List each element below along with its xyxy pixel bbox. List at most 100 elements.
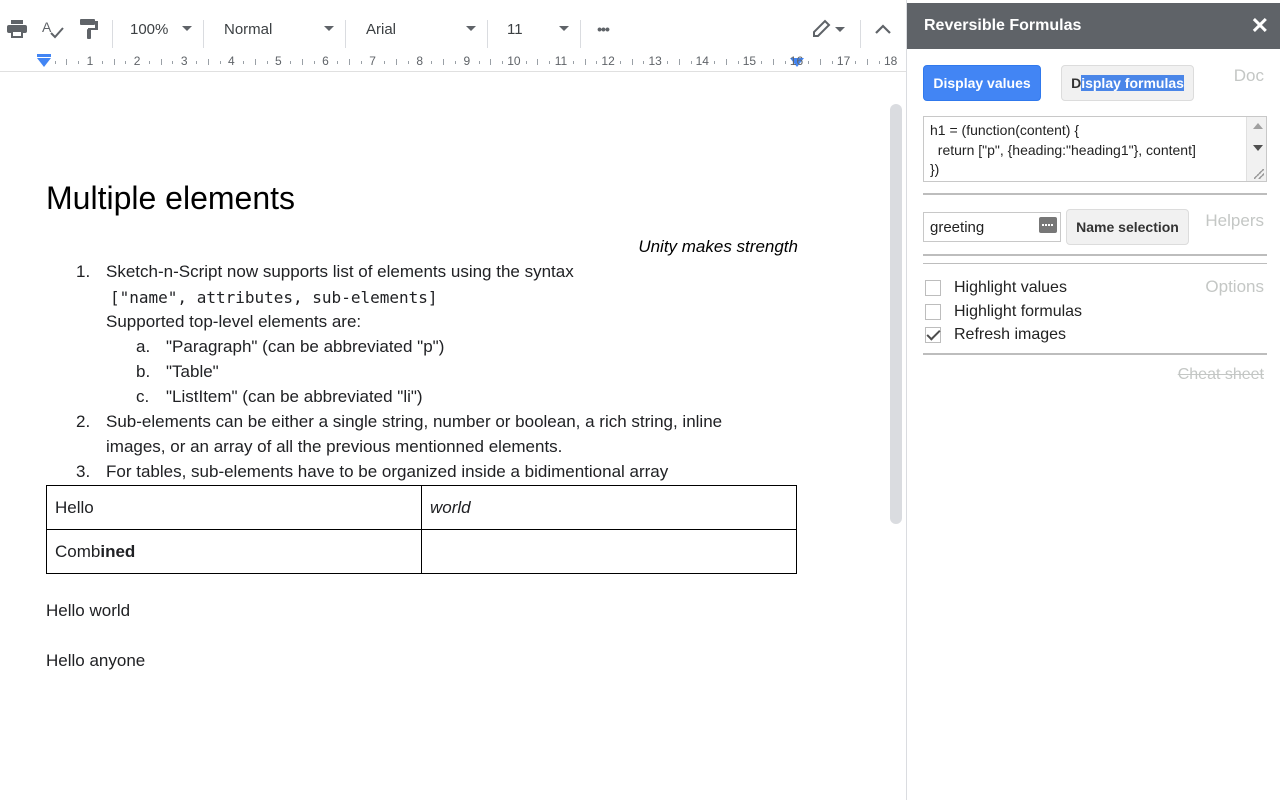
font-size-select[interactable]: 11 xyxy=(507,6,569,52)
highlight-values-option[interactable]: Highlight values xyxy=(925,279,1067,297)
table-cell[interactable]: world xyxy=(421,485,797,530)
ruler-tick xyxy=(643,61,645,64)
ruler-tick xyxy=(301,59,303,65)
section-label-options: Options xyxy=(1205,277,1264,296)
toolbar-divider xyxy=(345,20,346,48)
ruler-tick xyxy=(113,59,115,65)
ruler-tick xyxy=(396,59,398,65)
ruler-mark-label: 13 xyxy=(648,54,662,68)
option-label: Highlight formulas xyxy=(954,303,1083,320)
section-divider xyxy=(923,254,1267,256)
list-number: 1. xyxy=(76,262,91,281)
paragraph: Hello world xyxy=(46,601,131,620)
refresh-images-option[interactable]: Refresh images xyxy=(925,326,1066,344)
sidebar-title: Reversible Formulas xyxy=(924,17,1082,34)
refresh-images-checkbox[interactable] xyxy=(925,327,941,343)
list-item: Sub-elements can be either a single stri… xyxy=(106,412,723,431)
ruler-tick xyxy=(290,61,292,64)
style-select[interactable]: Normal xyxy=(224,6,334,52)
ruler-tick xyxy=(525,61,527,64)
svg-text:A: A xyxy=(42,19,52,35)
sublist-letter: a. xyxy=(136,337,151,356)
zoom-select[interactable]: 100% xyxy=(130,6,192,52)
font-value: Arial xyxy=(366,20,397,38)
name-selection-button[interactable]: Name selection xyxy=(1066,209,1189,245)
ruler-tick xyxy=(502,61,504,64)
ruler-tick xyxy=(690,61,692,64)
table-row: Hello world xyxy=(46,485,797,530)
first-line-indent-marker[interactable] xyxy=(37,54,51,57)
display-formulas-button[interactable]: Display formulas xyxy=(1061,65,1194,101)
left-indent-marker[interactable] xyxy=(37,58,51,67)
ruler-tick xyxy=(160,59,162,65)
ruler-mark-label: 5 xyxy=(275,54,282,68)
ruler-tick xyxy=(337,61,339,64)
resize-grip-icon[interactable] xyxy=(1254,169,1264,179)
cell-text-plain: Comb xyxy=(55,541,101,561)
ruler-mark-label: 16 xyxy=(789,54,804,68)
ruler-tick xyxy=(172,61,174,64)
sublist-letter: b. xyxy=(136,362,151,381)
paint-format-icon[interactable] xyxy=(76,6,102,52)
document-pane: A 100% Normal Arial 11 ••• 1 2 3 4 5 6 7… xyxy=(0,0,906,800)
name-input[interactable]: greeting xyxy=(923,212,1061,242)
ruler-tick xyxy=(761,61,763,64)
style-value: Normal xyxy=(224,20,273,38)
ruler-tick xyxy=(584,59,586,65)
ruler-mark-label: 7 xyxy=(369,54,376,68)
ruler-tick xyxy=(313,61,315,64)
formula-textarea[interactable]: h1 = (function(content) { return ["p", {… xyxy=(923,116,1267,182)
list-number: 2. xyxy=(76,412,91,431)
ruler-mark-label: 6 xyxy=(322,54,329,68)
ruler-tick xyxy=(101,61,103,64)
ruler-tick xyxy=(125,61,127,64)
ruler-tick xyxy=(78,61,80,64)
ruler-mark-label: 4 xyxy=(227,54,235,68)
keyboard-icon[interactable] xyxy=(1039,217,1057,233)
toolbar: A 100% Normal Arial 11 ••• xyxy=(0,6,906,52)
ruler-tick xyxy=(572,61,574,64)
scroll-up-icon[interactable] xyxy=(1253,123,1263,129)
spellcheck-icon[interactable]: A xyxy=(40,6,66,52)
name-input-value: greeting xyxy=(930,218,985,236)
textarea-scrollbar[interactable] xyxy=(1246,117,1266,181)
ruler-tick xyxy=(784,61,786,64)
ruler-tick xyxy=(443,59,445,65)
sublist-item: "Paragraph" (can be abbreviated "p") xyxy=(166,337,445,356)
ruler-tick xyxy=(725,59,727,65)
cheat-sheet-link[interactable]: Cheat sheet xyxy=(1178,366,1264,384)
document-scrollbar[interactable] xyxy=(890,104,902,524)
ruler-mark-label: 14 xyxy=(695,54,709,68)
ruler-mark-label: 3 xyxy=(180,54,188,68)
toolbar-divider xyxy=(580,20,581,48)
scroll-down-icon[interactable] xyxy=(1253,145,1263,151)
ruler-tick xyxy=(66,59,68,65)
chevron-up-icon[interactable] xyxy=(870,6,896,52)
toolbar-divider xyxy=(112,20,113,48)
ruler-tick xyxy=(831,61,833,64)
ruler-tick xyxy=(207,59,209,65)
toolbar-divider xyxy=(203,20,204,48)
ruler-tick xyxy=(678,59,680,65)
ruler-mark-label: 2 xyxy=(133,54,141,68)
document-table[interactable]: Hello world Combined xyxy=(46,485,797,574)
ruler[interactable]: 1 2 3 4 5 6 7 8 9 10 11 12 13 14 15 16 17 18 xyxy=(0,52,906,72)
code-syntax: ["name", attributes, sub-elements] xyxy=(110,288,438,307)
table-cell[interactable]: Combined xyxy=(46,529,422,574)
font-select[interactable]: Arial xyxy=(366,6,476,52)
table-row: Combined xyxy=(46,529,797,574)
print-icon[interactable] xyxy=(4,6,30,52)
highlight-values-checkbox[interactable] xyxy=(925,280,941,296)
ruler-tick xyxy=(54,61,56,64)
more-options-icon[interactable]: ••• xyxy=(590,6,616,52)
close-icon[interactable]: ✕ xyxy=(1251,13,1269,39)
chevron-down-icon xyxy=(182,26,192,31)
ruler-mark-label: 11 xyxy=(554,54,568,68)
table-cell[interactable]: Hello xyxy=(46,485,422,530)
highlight-formulas-checkbox[interactable] xyxy=(925,304,941,320)
table-cell[interactable] xyxy=(421,529,797,574)
highlight-formulas-option[interactable]: Highlight formulas xyxy=(925,303,1082,321)
ruler-mark-label: 18 xyxy=(884,54,898,68)
editing-mode-button[interactable] xyxy=(808,6,850,52)
display-values-button[interactable]: Display values xyxy=(923,65,1041,101)
